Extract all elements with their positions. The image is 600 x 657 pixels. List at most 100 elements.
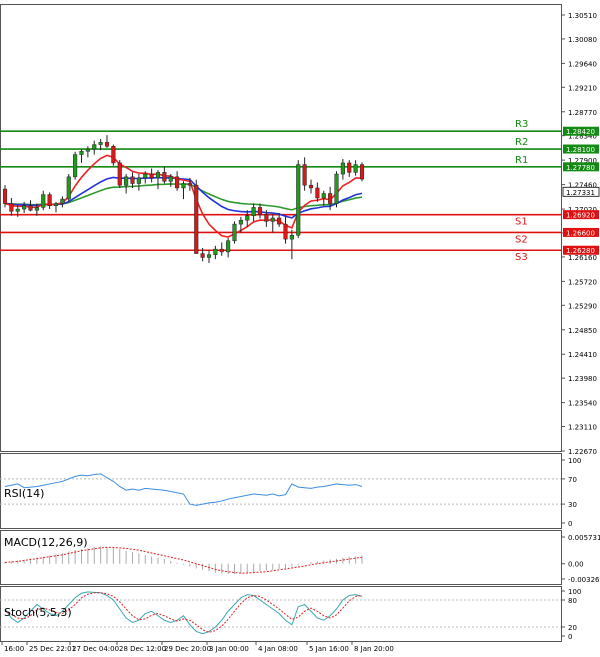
candle-body [264, 214, 269, 222]
candle-body [136, 177, 141, 184]
price-tick-label: 1.23540 [568, 400, 597, 408]
price-tick-label: 1.23980 [568, 375, 597, 383]
candle-body [347, 162, 352, 173]
candle-body [321, 193, 326, 199]
level-name-r2: R2 [515, 137, 528, 148]
candle-body [149, 173, 154, 179]
candle-body [315, 187, 320, 199]
stoch-panel [0, 586, 562, 642]
stoch-tick-label: 20 [568, 624, 577, 632]
level-price-label: 1.26280 [566, 247, 595, 255]
level-price-label: 1.26920 [566, 212, 595, 220]
candle-body [251, 207, 256, 217]
candle-body [79, 151, 84, 155]
candle-body [206, 254, 212, 258]
candle-body [2, 188, 8, 204]
candle-body [283, 223, 288, 240]
time-tick-label: 28 Dec 12:00 [119, 645, 166, 653]
candle-body [257, 207, 263, 215]
current-price-label: 1.27331 [566, 189, 595, 197]
time-tick-label: 16:00 [4, 645, 24, 653]
candle-body [66, 176, 71, 200]
price-tick-label: 1.25720 [568, 278, 597, 286]
candle-body [200, 253, 205, 258]
time-tick-label: 4 Jan 08:00 [258, 645, 298, 653]
time-tick-label: 8 Jan 20:00 [354, 645, 394, 653]
candle-body [9, 203, 14, 212]
candle-body [353, 164, 358, 173]
level-price-label: 1.28420 [566, 128, 595, 136]
level-price-label: 1.28100 [566, 146, 595, 154]
level-name-r3: R3 [515, 119, 528, 130]
stoch-tick-label: 0 [568, 633, 572, 641]
macd-label: MACD(12,26,9) [4, 536, 88, 549]
time-tick-label: 29 Dec 20:00 [164, 645, 211, 653]
price-tick-label: 1.30080 [568, 36, 597, 44]
candle-body [98, 142, 103, 145]
macd-tick-label: -0.003269 [568, 576, 600, 584]
candle-body [245, 215, 250, 221]
candle-body [47, 194, 52, 206]
price-tick-label: 1.25290 [568, 302, 597, 310]
candle-body [296, 164, 301, 236]
stoch-label: Stoch(5,5,3) [4, 606, 72, 619]
price-tick-label: 1.29640 [568, 60, 597, 68]
price-tick-label: 1.24410 [568, 351, 597, 359]
candle-body [289, 234, 294, 240]
candle-body [328, 193, 333, 204]
price-tick-label: 1.28770 [568, 109, 597, 117]
candle-body [22, 205, 27, 210]
candle-body [194, 184, 199, 254]
candle-body [85, 148, 90, 152]
level-name-s2: S2 [515, 234, 528, 245]
candle-body [143, 173, 148, 179]
stoch-tick-label: 80 [568, 597, 577, 605]
level-name-s3: S3 [515, 252, 528, 263]
candle-body [41, 194, 46, 208]
candle-body [175, 176, 180, 189]
candle-body [60, 198, 65, 204]
price-tick-label: 1.29210 [568, 84, 597, 92]
candle-body [340, 162, 345, 175]
rsi-tick-label: 100 [568, 457, 581, 465]
candle-body [168, 176, 173, 182]
candle-body [219, 248, 224, 253]
macd-tick-label: 0.005731 [568, 534, 600, 542]
time-tick-label: 3 Jan 00:00 [209, 645, 249, 653]
candle-body [308, 184, 314, 189]
main-price-panel [0, 4, 562, 452]
candle-body [277, 217, 282, 225]
candle-body [302, 164, 307, 186]
level-name-s1: S1 [515, 217, 528, 228]
price-tick-label: 1.30510 [568, 12, 597, 20]
macd-tick-label: 0.00 [568, 561, 584, 569]
time-axis: 16:00 25 Dec 22:0127 Dec 04:00 28 Dec 12:0… [1, 641, 394, 653]
level-name-r1: R1 [515, 155, 528, 166]
chart-root: 1.305101.300801.296401.292101.287701.283… [0, 4, 600, 653]
price-tick-label: 1.24850 [568, 327, 597, 335]
time-tick-label: 27 Dec 04:00 [72, 645, 119, 653]
candle-body [181, 183, 186, 189]
candle-body [73, 154, 78, 178]
candle-body [334, 173, 339, 204]
level-price-label: 1.27780 [566, 164, 595, 172]
candle-body [238, 219, 243, 225]
price-tick-label: 1.22670 [568, 448, 597, 456]
rsi-tick-label: 30 [568, 501, 577, 509]
candle-body [92, 144, 97, 150]
rsi-panel [0, 453, 562, 529]
candle-body [111, 145, 116, 164]
candle-body [34, 207, 39, 211]
price-tick-label: 1.23110 [568, 424, 597, 432]
candle-body [187, 183, 192, 186]
candle-body [232, 223, 237, 242]
stoch-tick-label: 100 [568, 588, 581, 596]
candle-body [130, 176, 135, 184]
candle-body [15, 208, 20, 212]
rsi-label: RSI(14) [4, 487, 44, 500]
time-tick-label: 25 Dec 22:01 [29, 645, 76, 653]
candle-body [53, 203, 59, 207]
candle-body [270, 217, 275, 222]
candle-body [162, 172, 167, 182]
time-tick-label: 5 Jan 16:00 [309, 645, 349, 653]
